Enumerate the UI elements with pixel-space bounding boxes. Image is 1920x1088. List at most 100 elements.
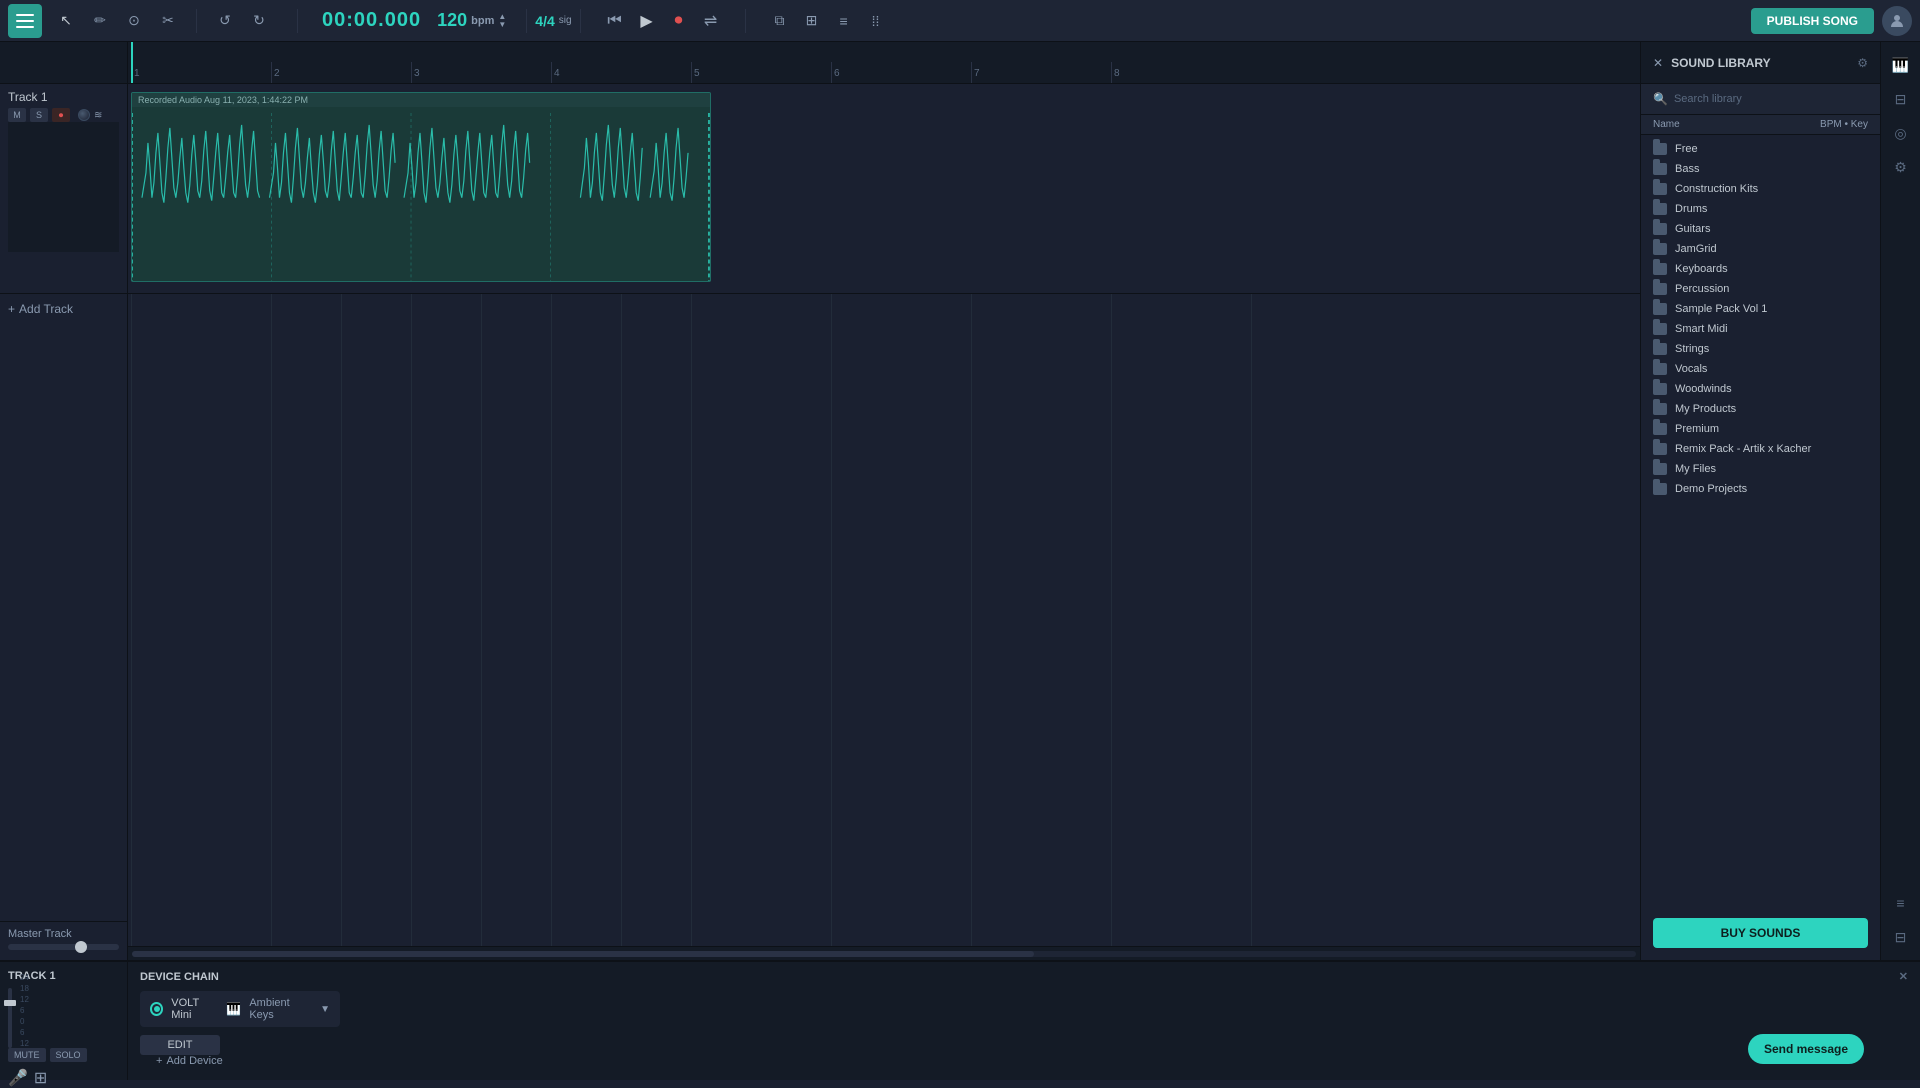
library-item-label: Strings — [1675, 343, 1709, 355]
user-avatar[interactable] — [1882, 6, 1912, 36]
solo-btn[interactable]: S — [30, 108, 48, 122]
folder-icon — [1653, 283, 1667, 295]
waveform-display — [132, 113, 710, 282]
device-edit-btn[interactable]: EDIT — [140, 1035, 220, 1055]
library-item-label: Free — [1675, 143, 1698, 155]
transport-bpm[interactable]: 120 bpm ▲▼ — [437, 10, 506, 31]
library-item[interactable]: My Files — [1641, 459, 1880, 479]
sound-library: ✕ SOUND LIBRARY ⚙ 🔍 Name BPM • Key Free … — [1640, 42, 1880, 960]
pencil-tool[interactable]: ✏ — [86, 7, 114, 35]
library-item[interactable]: Bass — [1641, 159, 1880, 179]
library-item[interactable]: Sample Pack Vol 1 — [1641, 299, 1880, 319]
volume-knob[interactable] — [78, 109, 90, 121]
bottom-track-info: TRACK 1 24181260 612 MUTE SOLO 🎤 ⊞ — [0, 962, 128, 1080]
settings-panel-btn[interactable]: ⚙ — [1886, 152, 1916, 182]
bottom-track-buttons: MUTE SOLO — [8, 1048, 119, 1062]
undo-btn[interactable]: ↺ — [211, 7, 239, 35]
bpm-arrows[interactable]: ▲▼ — [498, 13, 506, 29]
library-item[interactable]: Demo Projects — [1641, 479, 1880, 499]
library-item[interactable]: Vocals — [1641, 359, 1880, 379]
search-input[interactable] — [1674, 93, 1868, 105]
library-items: Free Bass Construction Kits Drums Guitar… — [1641, 135, 1880, 906]
add-device-btn[interactable]: + Add Device — [156, 1055, 223, 1067]
eq-icon[interactable]: ⊞ — [34, 1068, 47, 1088]
bottom-solo-btn[interactable]: SOLO — [50, 1048, 87, 1062]
ruler-mark-8: 8 — [1114, 68, 1120, 79]
record-btn[interactable]: ⏺ — [665, 7, 693, 35]
library-item[interactable]: Drums — [1641, 199, 1880, 219]
publish-button[interactable]: PUBLISH SONG — [1751, 8, 1874, 34]
mute-btn[interactable]: M — [8, 108, 26, 122]
device-power-btn[interactable] — [150, 1002, 163, 1016]
mixer-btn[interactable]: ⊟ — [1886, 84, 1916, 114]
loop-btn[interactable]: ⇌ — [697, 7, 725, 35]
record-arm-btn[interactable]: ⏺ — [52, 108, 70, 122]
master-fader-thumb[interactable] — [75, 941, 87, 953]
device-dropdown-arrow[interactable]: ▼ — [320, 1004, 330, 1015]
h-scrollbar[interactable] — [128, 946, 1640, 960]
ruler-mark-2: 2 — [274, 68, 280, 79]
select-tool[interactable]: ↖ — [52, 7, 80, 35]
ruler-line-6 — [831, 62, 832, 83]
note-snap-btn[interactable]: ⊞ — [798, 7, 826, 35]
library-item[interactable]: Premium — [1641, 419, 1880, 439]
library-item[interactable]: Remix Pack - Artik x Kacher — [1641, 439, 1880, 459]
device-item: VOLT Mini 🎹 Ambient Keys ▼ — [140, 991, 340, 1027]
library-item-label: Drums — [1675, 203, 1707, 215]
snap-btn[interactable]: ⧉ — [766, 7, 794, 35]
bottom-panel-btn-2[interactable]: ⊟ — [1886, 922, 1916, 952]
device-plugin-name: Ambient Keys — [249, 997, 312, 1021]
buy-sounds-button[interactable]: BUY SOUNDS — [1653, 918, 1868, 948]
library-item-label: JamGrid — [1675, 243, 1717, 255]
library-settings-icon[interactable]: ⚙ — [1857, 56, 1868, 70]
library-item[interactable]: Percussion — [1641, 279, 1880, 299]
ruler-mark-4: 4 — [554, 68, 560, 79]
divider-3 — [526, 9, 527, 33]
clock-tool[interactable]: ⊙ — [120, 7, 148, 35]
mic-icon[interactable]: 🎤 — [8, 1068, 28, 1088]
play-btn[interactable]: ▶ — [633, 7, 661, 35]
library-item[interactable]: My Products — [1641, 399, 1880, 419]
time-sig-value: 4/4 — [535, 13, 554, 29]
plugin-group-btn[interactable]: ⁞⁞ — [862, 7, 890, 35]
library-item[interactable]: Guitars — [1641, 219, 1880, 239]
add-track-btn[interactable]: + Add Track — [0, 294, 127, 324]
device-plugin-icon: 🎹 — [226, 1002, 241, 1016]
redo-btn[interactable]: ↻ — [245, 7, 273, 35]
time-sig-label: sig — [559, 15, 572, 26]
clip-label: Recorded Audio Aug 11, 2023, 1:44:22 PM — [132, 93, 710, 107]
track-thumbnail — [8, 122, 119, 252]
skip-back-btn[interactable]: ⏮ — [601, 7, 629, 35]
ruler-line-5 — [691, 62, 692, 83]
library-item[interactable]: Keyboards — [1641, 259, 1880, 279]
library-item[interactable]: Woodwinds — [1641, 379, 1880, 399]
piano-roll-btn[interactable]: 🎹 — [1886, 50, 1916, 80]
effects-btn[interactable]: ◎ — [1886, 118, 1916, 148]
folder-icon — [1653, 163, 1667, 175]
library-item[interactable]: JamGrid — [1641, 239, 1880, 259]
library-item[interactable]: Free — [1641, 139, 1880, 159]
ruler-line-7 — [971, 62, 972, 83]
volume-fader[interactable] — [8, 988, 12, 1048]
divider-4 — [580, 9, 581, 33]
close-x-icon[interactable]: ✕ — [1653, 56, 1663, 70]
folder-icon — [1653, 323, 1667, 335]
device-chain-close-btn[interactable]: ✕ — [1899, 970, 1908, 983]
master-fader[interactable] — [8, 944, 119, 950]
library-item-label: Remix Pack - Artik x Kacher — [1675, 443, 1811, 455]
bpm-unit: bpm — [471, 15, 494, 27]
send-message-btn[interactable]: Send message — [1748, 1034, 1864, 1064]
toolbar-right: PUBLISH SONG — [1751, 6, 1912, 36]
library-item[interactable]: Strings — [1641, 339, 1880, 359]
audio-clip[interactable]: Recorded Audio Aug 11, 2023, 1:44:22 PM — [131, 92, 711, 282]
align-btn[interactable]: ≡ — [830, 7, 858, 35]
volume-fader-thumb[interactable] — [4, 1000, 16, 1006]
menu-button[interactable] — [8, 4, 42, 38]
track-controls: M S ⏺ ≋ — [8, 108, 119, 122]
library-item[interactable]: Construction Kits — [1641, 179, 1880, 199]
bottom-mute-btn[interactable]: MUTE — [8, 1048, 46, 1062]
library-item-label: Smart Midi — [1675, 323, 1728, 335]
bottom-panel-btn-1[interactable]: ≡ — [1886, 888, 1916, 918]
cut-tool[interactable]: ✂ — [154, 7, 182, 35]
library-item[interactable]: Smart Midi — [1641, 319, 1880, 339]
